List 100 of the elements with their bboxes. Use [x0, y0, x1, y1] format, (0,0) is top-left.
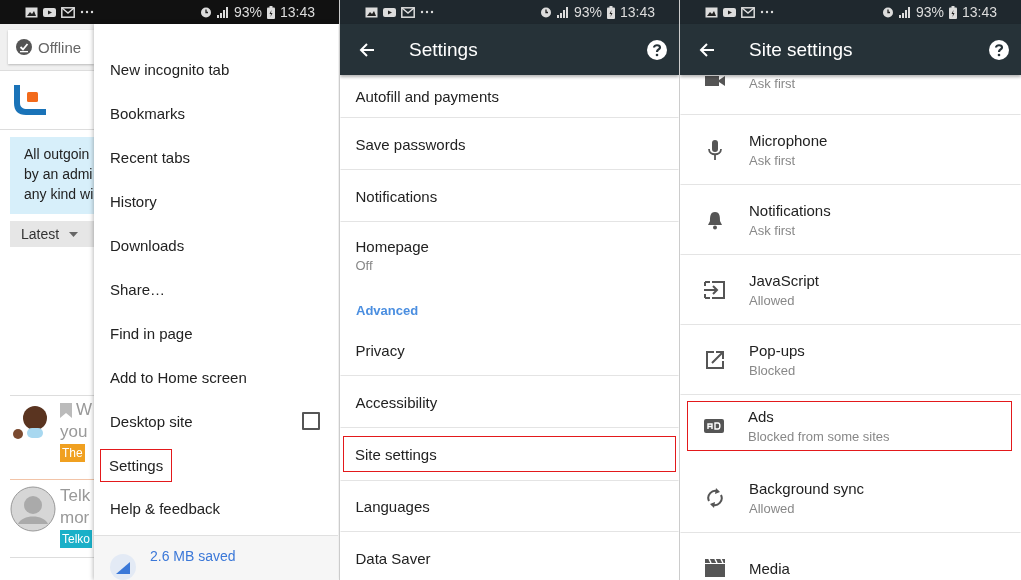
setting-name: Background sync [749, 480, 865, 497]
dropdown-caret-icon [69, 231, 79, 237]
avatar-icon [10, 486, 56, 532]
site-setting-item[interactable]: Ask first [680, 75, 1021, 115]
more-icon [420, 10, 434, 14]
battery-percent: 93% [573, 4, 602, 20]
video-icon [723, 6, 736, 18]
clock-time: 13:43 [619, 4, 655, 20]
help-icon[interactable] [989, 39, 1009, 60]
data-saved-text: 2.6 MB saved [150, 548, 236, 564]
menu-item[interactable]: Desktop site [109, 404, 194, 438]
mail-icon [401, 6, 415, 18]
mail-icon [741, 6, 755, 18]
help-icon[interactable] [647, 39, 667, 60]
bell-icon [707, 210, 723, 230]
logo-icon [14, 85, 46, 115]
video-icon [383, 6, 396, 18]
more-icon [760, 10, 774, 14]
gallery-icon [365, 6, 378, 18]
menu-item[interactable]: History [109, 184, 158, 218]
sort-dropdown[interactable]: Latest [10, 221, 94, 247]
more-icon [80, 10, 94, 14]
setting-name: Pop-ups [749, 342, 805, 359]
ad-badge-icon [704, 419, 724, 433]
menu-item[interactable]: Downloads [109, 228, 186, 262]
menu-item[interactable]: Find in page [109, 316, 194, 350]
menu-item[interactable]: New incognito tab [109, 52, 231, 86]
battery-icon [606, 5, 615, 19]
setting-status: Blocked [749, 363, 797, 378]
setting-name: Ads [748, 408, 775, 425]
sync-icon [706, 488, 724, 508]
clock-time: 13:43 [961, 4, 997, 20]
offline-chip[interactable]: Offline [8, 30, 94, 64]
alarm-icon [881, 6, 894, 18]
site-setting-item[interactable]: Media [680, 533, 1021, 580]
preference-row[interactable]: Accessibility [340, 376, 679, 428]
microphone-icon [708, 140, 722, 160]
battery-icon [948, 5, 957, 19]
back-arrow-icon[interactable] [359, 41, 375, 58]
setting-status: Blocked from some sites [748, 429, 890, 444]
section-header: Advanced [355, 302, 420, 320]
screen-title: Site settings [749, 38, 854, 61]
check-circle-icon [16, 39, 32, 55]
site-setting-item[interactable]: Background sync Allowed [680, 463, 1021, 533]
alarm-icon [199, 6, 212, 18]
notice-text: by an admi [24, 165, 94, 184]
notice-text: any kind wi [24, 185, 94, 204]
menu-item[interactable]: Recent tabs [109, 140, 192, 174]
notice-text: All outgoin [24, 145, 91, 164]
site-setting-item[interactable]: Ads Blocked from some sites [687, 401, 1012, 451]
preference-row[interactable]: Languages [340, 480, 679, 532]
screen-title: Settings [409, 38, 479, 61]
post-snippet: mor [60, 508, 91, 528]
menu-item[interactable]: Help & feedback [109, 492, 222, 526]
gallery-icon [25, 6, 38, 18]
setting-name: Notifications [749, 202, 831, 219]
menu-item[interactable]: Share… [109, 272, 167, 306]
site-setting-item[interactable]: Microphone Ask first [680, 115, 1021, 185]
preference-row[interactable]: Save passwords [340, 118, 679, 170]
setting-status: Allowed [749, 293, 796, 308]
gallery-icon [705, 6, 718, 18]
setting-status: Ask first [749, 153, 797, 168]
checkbox[interactable] [302, 412, 320, 430]
preference-row[interactable]: Site settings [343, 436, 676, 472]
setting-status: Ask first [749, 223, 797, 238]
signal-icon [556, 6, 569, 18]
signal-icon [898, 6, 911, 18]
menu-item[interactable]: Settings [100, 448, 173, 482]
data-saver-icon [110, 554, 136, 580]
menu-item[interactable]: Bookmarks [109, 96, 187, 130]
site-setting-item[interactable]: JavaScript Allowed [680, 255, 1021, 325]
back-arrow-icon[interactable] [699, 41, 715, 58]
bookmark-icon [60, 402, 72, 418]
setting-name: Media [749, 559, 790, 577]
clapperboard-icon [705, 559, 725, 577]
signal-icon [216, 6, 229, 18]
external-link-icon [706, 351, 724, 369]
category-tag: Telko [60, 530, 92, 548]
site-setting-item[interactable]: Notifications Ask first [680, 185, 1021, 255]
setting-name: JavaScript [749, 272, 820, 289]
preference-row[interactable]: Autofill and payments [340, 75, 679, 118]
preference-row[interactable]: Notifications [340, 170, 679, 222]
clock-time: 13:43 [279, 4, 315, 20]
preference-row[interactable]: Data Saver [340, 532, 679, 580]
setting-name: Microphone [749, 132, 828, 149]
battery-icon [266, 5, 275, 19]
mail-icon [61, 6, 75, 18]
input-arrow-icon [704, 281, 726, 299]
battery-percent: 93% [915, 4, 944, 20]
post-title: Telk [60, 486, 91, 506]
preference-row[interactable]: Homepage Off [340, 222, 679, 288]
battery-percent: 93% [233, 4, 262, 20]
video-camera-icon [705, 76, 725, 86]
alarm-icon [539, 6, 552, 18]
menu-item[interactable]: Add to Home screen [109, 360, 248, 394]
post-snippet: you [60, 422, 89, 442]
preference-row[interactable]: Privacy [340, 324, 679, 376]
post-title: W [76, 400, 93, 420]
site-setting-item[interactable]: Pop-ups Blocked [680, 325, 1021, 395]
setting-status: Ask first [749, 76, 796, 91]
